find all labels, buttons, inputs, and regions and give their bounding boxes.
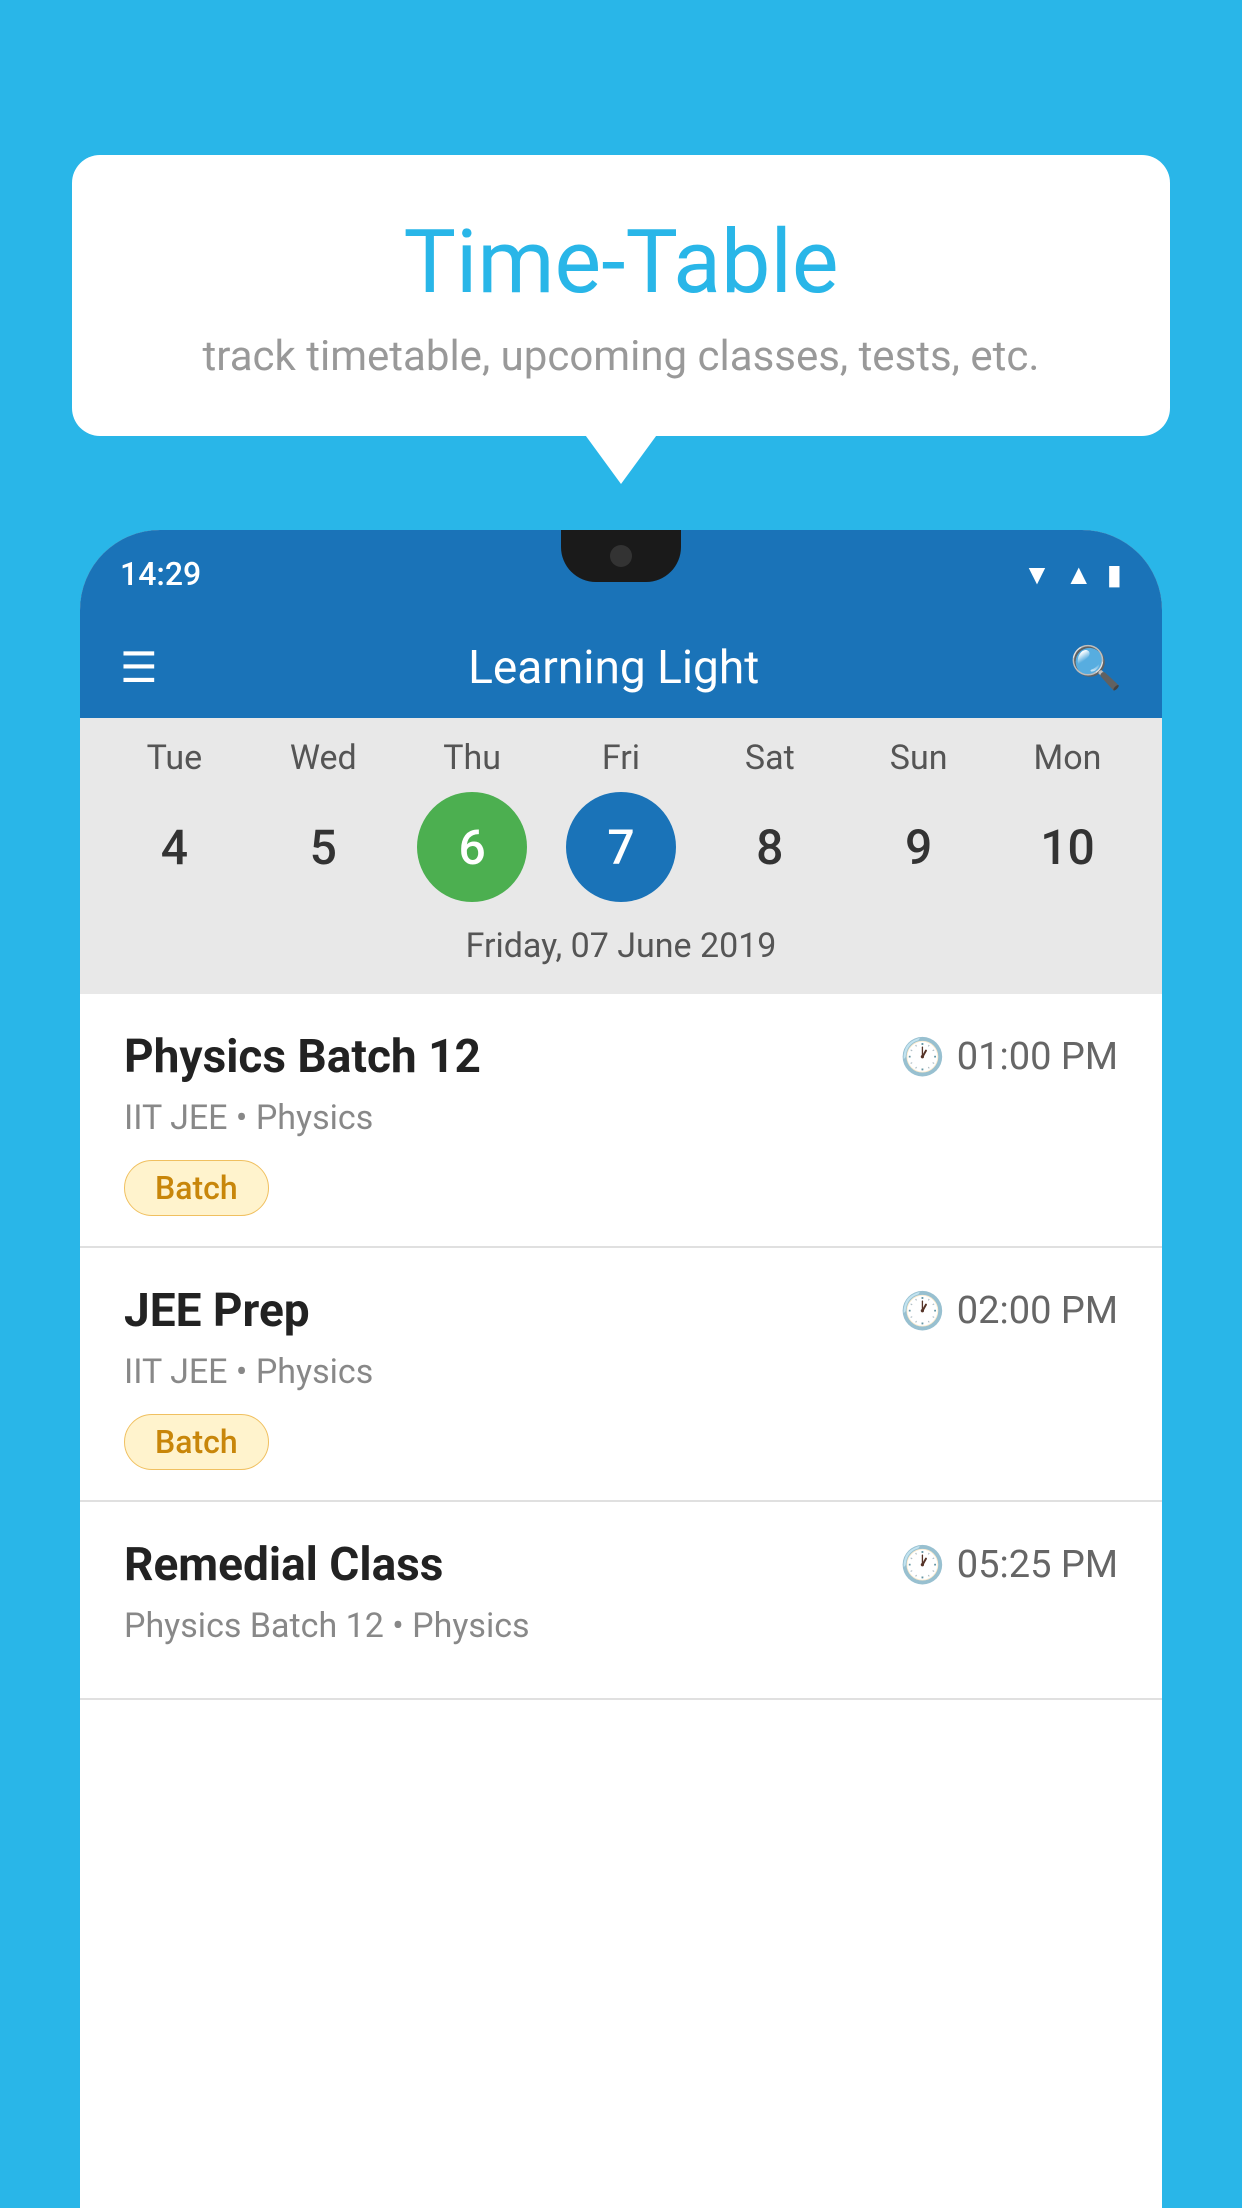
class-time-value-2: 02:00 PM <box>957 1289 1118 1333</box>
speech-bubble-subtitle: track timetable, upcoming classes, tests… <box>122 332 1120 381</box>
day-headers: Tue Wed Thu Fri Sat Sun Mon <box>80 738 1162 778</box>
batch-badge-1: Batch <box>124 1160 269 1216</box>
day-8[interactable]: 8 <box>715 792 825 902</box>
class-time-1: 🕐 01:00 PM <box>900 1035 1118 1079</box>
status-time: 14:29 <box>120 555 201 593</box>
class-meta-2: IIT JEE • Physics <box>124 1352 1118 1392</box>
class-time-3: 🕐 05:25 PM <box>900 1543 1118 1587</box>
day-header-tue: Tue <box>119 738 229 778</box>
app-header: ☰ Learning Light 🔍 <box>80 618 1162 718</box>
class-title-2: JEE Prep <box>124 1284 310 1338</box>
day-5[interactable]: 5 <box>268 792 378 902</box>
day-header-fri: Fri <box>566 738 676 778</box>
phone-frame: 14:29 ▼ ▲ ▮ ☰ Learning Light 🔍 Tue Wed T… <box>80 530 1162 2208</box>
search-icon[interactable]: 🔍 <box>1070 644 1122 693</box>
day-7-selected[interactable]: 7 <box>566 792 676 902</box>
schedule-item-1[interactable]: Physics Batch 12 🕐 01:00 PM IIT JEE • Ph… <box>80 994 1162 1248</box>
clock-icon-2: 🕐 <box>900 1290 945 1332</box>
day-header-thu: Thu <box>417 738 527 778</box>
calendar-strip: Tue Wed Thu Fri Sat Sun Mon 4 5 6 7 8 9 … <box>80 718 1162 994</box>
batch-badge-2: Batch <box>124 1414 269 1470</box>
day-4[interactable]: 4 <box>119 792 229 902</box>
status-bar: 14:29 ▼ ▲ ▮ <box>80 530 1162 618</box>
class-time-2: 🕐 02:00 PM <box>900 1289 1118 1333</box>
clock-icon-3: 🕐 <box>900 1544 945 1586</box>
schedule-item-2-header: JEE Prep 🕐 02:00 PM <box>124 1284 1118 1338</box>
status-icons: ▼ ▲ ▮ <box>1023 558 1122 591</box>
hamburger-icon[interactable]: ☰ <box>120 643 158 693</box>
schedule-item-1-header: Physics Batch 12 🕐 01:00 PM <box>124 1030 1118 1084</box>
speech-bubble: Time-Table track timetable, upcoming cla… <box>72 155 1170 436</box>
day-numbers: 4 5 6 7 8 9 10 <box>80 792 1162 902</box>
schedule-list: Physics Batch 12 🕐 01:00 PM IIT JEE • Ph… <box>80 994 1162 1700</box>
day-header-sat: Sat <box>715 738 825 778</box>
class-time-value-1: 01:00 PM <box>957 1035 1118 1079</box>
app-title: Learning Light <box>188 641 1040 695</box>
day-10[interactable]: 10 <box>1012 792 1122 902</box>
day-header-wed: Wed <box>268 738 378 778</box>
day-header-sun: Sun <box>864 738 974 778</box>
phone-inner: 14:29 ▼ ▲ ▮ ☰ Learning Light 🔍 Tue Wed T… <box>80 530 1162 2208</box>
class-meta-1: IIT JEE • Physics <box>124 1098 1118 1138</box>
schedule-item-3[interactable]: Remedial Class 🕐 05:25 PM Physics Batch … <box>80 1502 1162 1700</box>
selected-date-label: Friday, 07 June 2019 <box>80 918 1162 984</box>
signal-icon: ▲ <box>1065 558 1093 591</box>
class-meta-3: Physics Batch 12 • Physics <box>124 1606 1118 1646</box>
day-9[interactable]: 9 <box>864 792 974 902</box>
notch <box>561 530 681 582</box>
class-title-1: Physics Batch 12 <box>124 1030 481 1084</box>
clock-icon-1: 🕐 <box>900 1036 945 1078</box>
schedule-item-3-header: Remedial Class 🕐 05:25 PM <box>124 1538 1118 1592</box>
class-time-value-3: 05:25 PM <box>957 1543 1118 1587</box>
camera <box>610 545 632 567</box>
battery-icon: ▮ <box>1107 558 1122 591</box>
day-6-today[interactable]: 6 <box>417 792 527 902</box>
wifi-icon: ▼ <box>1023 558 1051 591</box>
schedule-item-2[interactable]: JEE Prep 🕐 02:00 PM IIT JEE • Physics Ba… <box>80 1248 1162 1502</box>
day-header-mon: Mon <box>1012 738 1122 778</box>
speech-bubble-title: Time-Table <box>122 215 1120 312</box>
class-title-3: Remedial Class <box>124 1538 443 1592</box>
